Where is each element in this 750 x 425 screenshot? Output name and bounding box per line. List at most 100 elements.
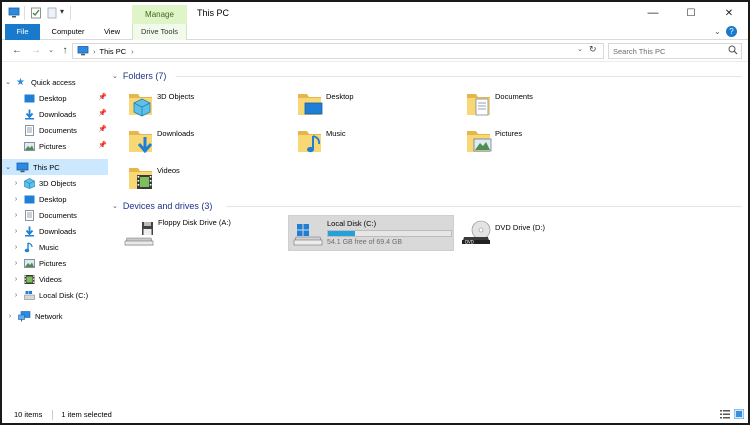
folder-desktop[interactable]: Desktop bbox=[291, 86, 451, 122]
chevron-right-icon[interactable]: › bbox=[12, 212, 20, 219]
pictures-icon bbox=[24, 141, 35, 152]
tab-file[interactable]: File bbox=[5, 24, 40, 40]
local-disk-icon bbox=[24, 290, 35, 301]
refresh-icon[interactable]: ↻ bbox=[589, 44, 597, 55]
maximize-button[interactable]: ☐ bbox=[672, 2, 710, 24]
forward-arrow-icon[interactable]: → bbox=[29, 44, 43, 58]
folder-pictures[interactable]: Pictures bbox=[460, 123, 620, 159]
sidebar-item-qa-pictures[interactable]: Pictures 📌 bbox=[2, 138, 108, 154]
chevron-right-icon[interactable]: › bbox=[6, 313, 14, 320]
sidebar-item-local-disk[interactable]: › Local Disk (C:) bbox=[2, 287, 108, 303]
pin-icon[interactable]: 📌 bbox=[98, 93, 107, 101]
sidebar-item-pictures[interactable]: › Pictures bbox=[2, 255, 108, 271]
properties-icon[interactable] bbox=[30, 7, 42, 19]
sidebar-item-downloads[interactable]: › Downloads bbox=[2, 223, 108, 239]
search-input[interactable]: Search This PC bbox=[608, 43, 742, 59]
chevron-right-icon[interactable]: › bbox=[12, 196, 20, 203]
sidebar-item-label: Desktop bbox=[39, 194, 67, 204]
sidebar-item-this-pc[interactable]: ⌄ This PC bbox=[2, 159, 108, 175]
chevron-down-icon[interactable]: ⌄ bbox=[112, 202, 118, 210]
navigation-bar: ← → ⌄ ↑ › This PC › ⌄ ↻ Search This PC bbox=[2, 40, 748, 62]
folder-downloads[interactable]: Downloads bbox=[122, 123, 282, 159]
breadcrumb-this-pc[interactable]: This PC bbox=[100, 47, 127, 56]
address-history-icon[interactable]: ⌄ bbox=[577, 45, 583, 53]
chevron-right-icon[interactable]: › bbox=[12, 276, 20, 283]
sidebar-item-qa-downloads[interactable]: Downloads 📌 bbox=[2, 106, 108, 122]
expand-ribbon-icon[interactable]: ⌄ bbox=[714, 27, 721, 36]
sidebar-item-documents[interactable]: › Documents bbox=[2, 207, 108, 223]
drives-group-header[interactable]: ⌄ Devices and drives (3) bbox=[112, 199, 212, 213]
chevron-right-icon[interactable]: › bbox=[12, 260, 20, 267]
pictures-icon bbox=[24, 258, 35, 269]
chevron-right-icon[interactable]: › bbox=[12, 244, 20, 251]
folder-documents[interactable]: Documents bbox=[460, 86, 620, 122]
sidebar-item-qa-documents[interactable]: Documents 📌 bbox=[2, 122, 108, 138]
sidebar-item-label: Downloads bbox=[39, 109, 77, 119]
minimize-button[interactable]: — bbox=[634, 2, 672, 24]
recent-locations-icon[interactable]: ⌄ bbox=[44, 44, 58, 58]
divider bbox=[52, 409, 54, 420]
ribbon-tabs: File Computer View Drive Tools ⌄ ? bbox=[2, 24, 748, 40]
chevron-down-icon[interactable]: ⌄ bbox=[4, 78, 12, 86]
chevron-right-icon[interactable]: › bbox=[12, 180, 20, 187]
large-icons-view-icon[interactable] bbox=[733, 408, 745, 421]
sidebar-item-label: Downloads bbox=[39, 226, 77, 236]
sidebar-item-label: Local Disk (C:) bbox=[39, 290, 89, 300]
chevron-right-icon[interactable]: › bbox=[12, 292, 20, 299]
desktop-icon bbox=[297, 90, 323, 118]
3d-objects-icon bbox=[128, 90, 154, 118]
sidebar-item-label: This PC bbox=[33, 162, 60, 172]
status-bar: 10 items 1 item selected bbox=[2, 406, 748, 423]
sidebar-item-label: Videos bbox=[39, 274, 62, 284]
drive-floppy[interactable]: Floppy Disk Drive (A:) bbox=[120, 215, 286, 251]
folders-group-header[interactable]: ⌄ Folders (7) bbox=[112, 69, 166, 83]
downloads-icon bbox=[24, 109, 35, 120]
sidebar-item-label: Pictures bbox=[39, 258, 67, 268]
folder-3d-objects[interactable]: 3D Objects bbox=[122, 86, 282, 122]
navigation-pane: ⌄ ★ Quick access Desktop 📌 Downloads 📌 D… bbox=[2, 62, 108, 406]
new-folder-icon[interactable] bbox=[46, 7, 58, 19]
documents-icon bbox=[24, 209, 35, 221]
folder-label: Videos bbox=[157, 166, 180, 175]
explorer-window: ▾ Manage This PC — ☐ ✕ File Computer Vie… bbox=[0, 0, 750, 425]
floppy-drive-icon bbox=[124, 219, 154, 247]
pictures-icon bbox=[466, 127, 492, 155]
customize-quick-access-icon[interactable]: ▾ bbox=[60, 7, 64, 16]
tab-view[interactable]: View bbox=[96, 24, 128, 40]
up-arrow-icon[interactable]: ↑ bbox=[58, 44, 72, 58]
sidebar-item-desktop[interactable]: › Desktop bbox=[2, 191, 108, 207]
sidebar-item-network[interactable]: › Network bbox=[2, 308, 108, 324]
tab-drive-tools[interactable]: Drive Tools bbox=[132, 24, 187, 40]
drive-usage-bar bbox=[327, 230, 452, 237]
drive-local-disk-c[interactable]: Local Disk (C:) 54.1 GB free of 69.4 GB bbox=[288, 215, 454, 251]
sidebar-item-3d-objects[interactable]: › 3D Objects bbox=[2, 175, 108, 191]
breadcrumb-separator-icon: › bbox=[93, 46, 96, 56]
back-arrow-icon[interactable]: ← bbox=[10, 44, 24, 58]
details-view-icon[interactable] bbox=[720, 409, 730, 421]
chevron-right-icon[interactable]: › bbox=[12, 228, 20, 235]
help-icon[interactable]: ? bbox=[726, 26, 737, 37]
tab-computer[interactable]: Computer bbox=[46, 24, 90, 40]
sidebar-item-videos[interactable]: › Videos bbox=[2, 271, 108, 287]
chevron-down-icon[interactable]: ⌄ bbox=[4, 163, 12, 171]
sidebar-item-qa-desktop[interactable]: Desktop 📌 bbox=[2, 90, 108, 106]
address-bar[interactable]: › This PC › ⌄ ↻ bbox=[72, 43, 604, 59]
drives-group-title: Devices and drives (3) bbox=[122, 201, 213, 211]
drive-dvd[interactable]: DVD DVD Drive (D:) bbox=[457, 215, 623, 251]
sidebar-item-label: Documents bbox=[39, 125, 77, 135]
chevron-down-icon[interactable]: ⌄ bbox=[112, 72, 118, 80]
drive-label: Floppy Disk Drive (A:) bbox=[158, 218, 231, 227]
manage-context-tab[interactable]: Manage bbox=[132, 5, 187, 24]
sidebar-item-quick-access[interactable]: ⌄ ★ Quick access bbox=[2, 74, 108, 90]
close-button[interactable]: ✕ bbox=[710, 2, 748, 24]
pin-icon[interactable]: 📌 bbox=[98, 141, 107, 149]
pin-icon[interactable]: 📌 bbox=[98, 125, 107, 133]
folder-videos[interactable]: Videos bbox=[122, 160, 282, 196]
sidebar-item-music[interactable]: › Music bbox=[2, 239, 108, 255]
pin-icon[interactable]: 📌 bbox=[98, 109, 107, 117]
star-icon: ★ bbox=[16, 76, 25, 88]
folder-label: Documents bbox=[495, 92, 533, 101]
folder-music[interactable]: Music bbox=[291, 123, 451, 159]
downloads-icon bbox=[24, 226, 35, 237]
sidebar-item-label: Network bbox=[35, 311, 63, 321]
